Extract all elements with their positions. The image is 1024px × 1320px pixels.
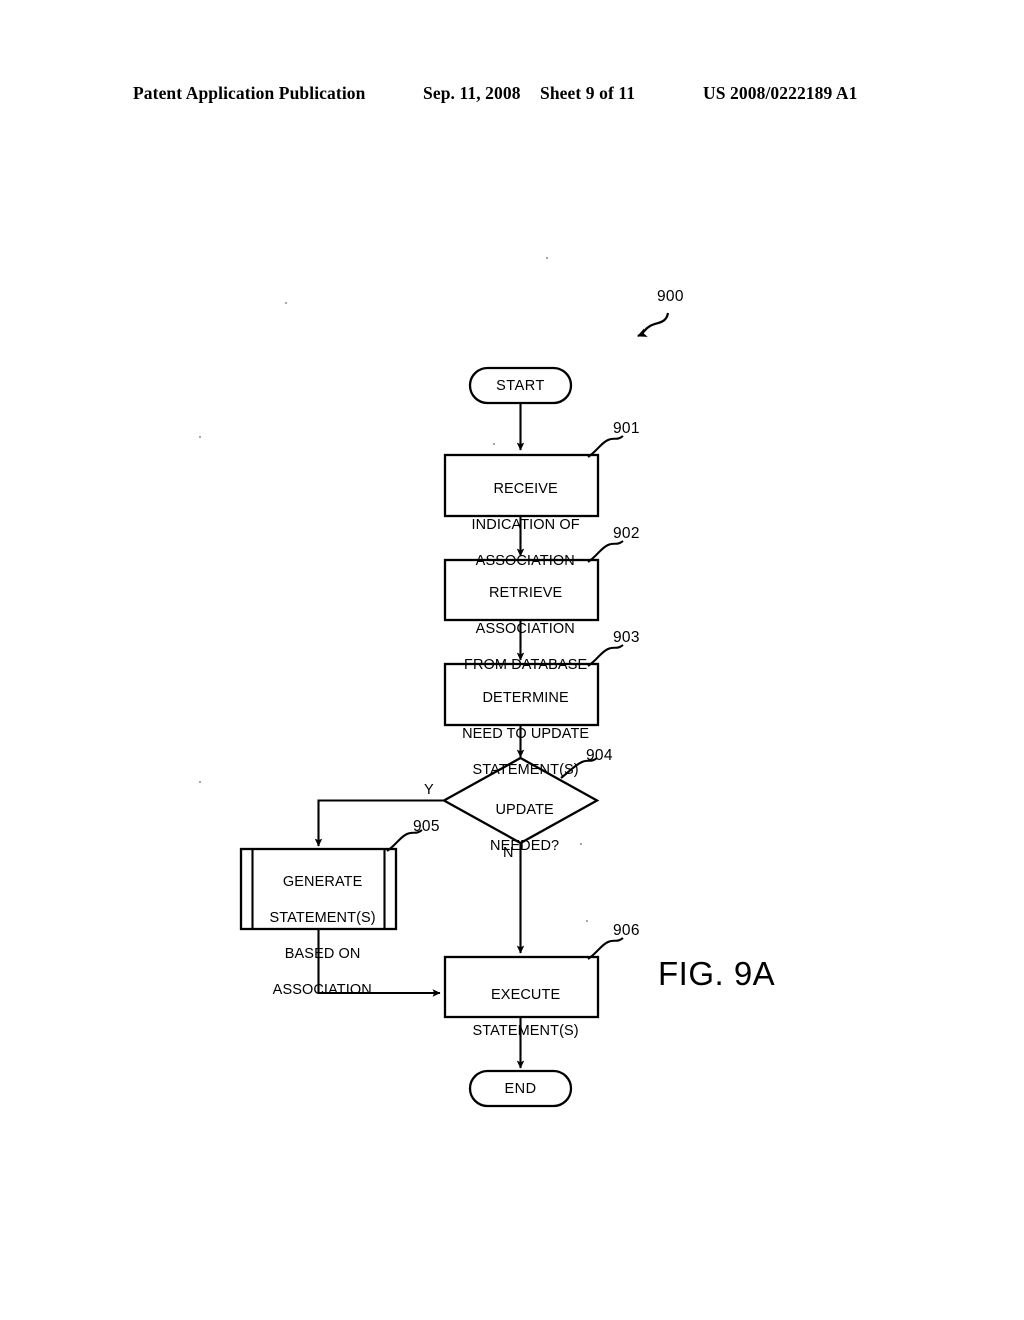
ref-number-906: 906 bbox=[613, 922, 640, 939]
scan-speck bbox=[285, 302, 287, 304]
leader-902 bbox=[587, 540, 624, 563]
scan-speck bbox=[199, 436, 201, 438]
diagram-reference-leader bbox=[637, 312, 670, 338]
ref-number-903: 903 bbox=[613, 629, 640, 646]
leader-903 bbox=[587, 644, 624, 667]
branch-label-no: N bbox=[503, 845, 514, 861]
node-start-shape bbox=[468, 366, 573, 405]
scan-speck bbox=[493, 443, 495, 445]
node-903-shape bbox=[443, 662, 600, 727]
figure-label: FIG. 9A bbox=[658, 955, 776, 992]
ref-number-905: 905 bbox=[413, 818, 440, 835]
flowchart-figure bbox=[239, 312, 670, 1108]
scan-speck bbox=[586, 920, 588, 922]
scan-speck bbox=[580, 843, 582, 845]
leader-906 bbox=[587, 937, 624, 960]
ref-number-902: 902 bbox=[613, 525, 640, 542]
branch-label-yes: Y bbox=[424, 782, 434, 798]
node-906-shape bbox=[443, 955, 600, 1019]
ref-number-901: 901 bbox=[613, 420, 640, 437]
node-902-shape bbox=[443, 558, 600, 622]
ref-number-900: 900 bbox=[657, 288, 684, 305]
scan-speck bbox=[199, 781, 201, 783]
node-905-shape bbox=[239, 847, 398, 931]
node-904-shape bbox=[441, 756, 600, 845]
node-901-shape bbox=[443, 453, 600, 518]
node-end-shape bbox=[468, 1069, 573, 1108]
scan-speck bbox=[546, 257, 548, 259]
leader-901 bbox=[587, 435, 624, 458]
ref-number-904: 904 bbox=[586, 747, 613, 764]
edge-905-to-906 bbox=[317, 929, 441, 997]
